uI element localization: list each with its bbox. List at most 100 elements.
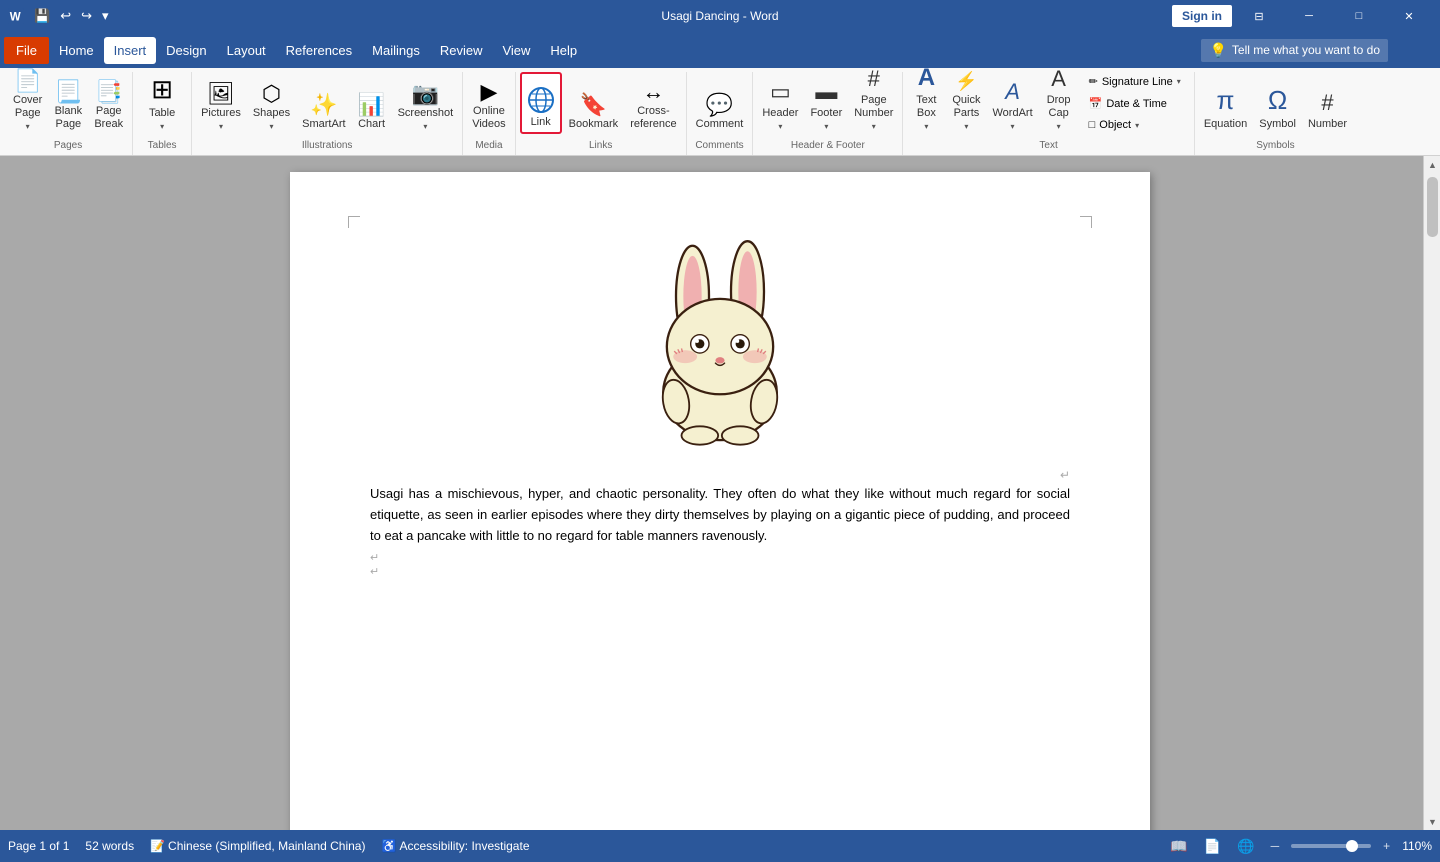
blank-page-button[interactable]: 📃 BlankPage bbox=[49, 72, 87, 134]
scrollbar-right[interactable]: ▲ ▼ bbox=[1423, 156, 1440, 830]
smartart-button[interactable]: ✨ SmartArt bbox=[297, 72, 350, 134]
accessibility-indicator[interactable]: ♿ Accessibility: Investigate bbox=[381, 839, 529, 853]
wordart-arrow: ▾ bbox=[1011, 122, 1015, 131]
blank-page-label: BlankPage bbox=[55, 105, 83, 131]
cover-page-button[interactable]: 📄 CoverPage ▾ bbox=[8, 72, 47, 134]
menu-view[interactable]: View bbox=[492, 37, 540, 64]
quick-parts-button[interactable]: ⚡ QuickParts ▾ bbox=[947, 72, 985, 134]
number-button[interactable]: # Number bbox=[1303, 72, 1352, 134]
menu-help[interactable]: Help bbox=[540, 37, 587, 64]
shapes-arrow: ▾ bbox=[269, 122, 273, 131]
customize-qa-btn[interactable]: ▾ bbox=[98, 6, 113, 26]
zoom-slider[interactable] bbox=[1291, 844, 1371, 848]
zoom-thumb[interactable] bbox=[1346, 840, 1358, 852]
page-number-icon: # bbox=[868, 66, 880, 92]
media-group-label: Media bbox=[467, 137, 510, 151]
scroll-thumb[interactable] bbox=[1427, 177, 1438, 237]
menu-insert[interactable]: Insert bbox=[104, 37, 157, 64]
save-btn[interactable]: 💾 bbox=[30, 6, 54, 26]
date-time-button[interactable]: 📅 Date & Time bbox=[1083, 94, 1187, 113]
smartart-label: SmartArt bbox=[302, 118, 345, 131]
undo-btn[interactable]: ↩ bbox=[56, 6, 75, 26]
accessibility-icon: ♿ bbox=[381, 839, 396, 853]
text-box-button[interactable]: A TextBox ▾ bbox=[907, 72, 945, 134]
word-count: 52 words bbox=[85, 839, 134, 853]
screenshot-button[interactable]: 📷 Screenshot ▾ bbox=[393, 72, 459, 134]
symbol-button[interactable]: Ω Symbol bbox=[1254, 72, 1301, 134]
equation-label: Equation bbox=[1204, 118, 1247, 131]
pictures-button[interactable]: 🖼 Pictures ▾ bbox=[196, 72, 246, 134]
zoom-out-btn[interactable]: ─ bbox=[1267, 837, 1284, 855]
restore-window-btn[interactable]: ⊟ bbox=[1236, 0, 1282, 32]
chart-button[interactable]: 📊 Chart bbox=[353, 72, 391, 134]
menu-references[interactable]: References bbox=[276, 37, 362, 64]
wordart-button[interactable]: A WordArt ▾ bbox=[987, 72, 1037, 134]
online-videos-button[interactable]: ▶ OnlineVideos bbox=[467, 72, 510, 134]
pilcrow-1: ↵ bbox=[1060, 468, 1070, 482]
signature-line-label: Signature Line bbox=[1102, 76, 1173, 88]
redo-btn[interactable]: ↪ bbox=[77, 6, 96, 26]
cover-page-label: CoverPage bbox=[13, 94, 42, 120]
signature-line-arrow: ▾ bbox=[1177, 77, 1181, 86]
scroll-up-arrow[interactable]: ▲ bbox=[1424, 156, 1440, 173]
comments-buttons: 💬 Comment bbox=[691, 72, 749, 134]
header-footer-group-label: Header & Footer bbox=[757, 137, 898, 151]
page-number-button[interactable]: # PageNumber ▾ bbox=[849, 72, 898, 134]
comment-button[interactable]: 💬 Comment bbox=[691, 72, 749, 134]
object-label: Object bbox=[1099, 119, 1131, 131]
screenshot-arrow: ▾ bbox=[423, 122, 427, 131]
page-break-icon: 📑 bbox=[95, 81, 122, 103]
document-page[interactable]: ↵ Usagi has a mischievous, hyper, and ch… bbox=[290, 172, 1150, 830]
bookmark-button[interactable]: 🔖 Bookmark bbox=[564, 72, 624, 134]
zoom-in-btn[interactable]: + bbox=[1379, 837, 1394, 855]
header-arrow: ▾ bbox=[778, 122, 782, 131]
footer-button[interactable]: ▬ Footer ▾ bbox=[805, 72, 847, 134]
page-break-button[interactable]: 📑 PageBreak bbox=[89, 72, 128, 134]
document-body-text[interactable]: Usagi has a mischievous, hyper, and chao… bbox=[370, 484, 1070, 546]
symbols-group-label: Symbols bbox=[1199, 137, 1352, 151]
header-button[interactable]: ▭ Header ▾ bbox=[757, 72, 803, 134]
cross-reference-icon: ↔ bbox=[642, 81, 664, 103]
tell-me-box[interactable]: 💡 Tell me what you want to do bbox=[1201, 39, 1388, 62]
symbol-icon: Ω bbox=[1268, 85, 1287, 116]
symbols-buttons: π Equation Ω Symbol # Number bbox=[1199, 72, 1352, 134]
shapes-button[interactable]: ⬡ Shapes ▾ bbox=[248, 72, 295, 134]
ribbon-group-comments: 💬 Comment Comments bbox=[687, 72, 754, 155]
signature-line-button[interactable]: ✏ Signature Line ▾ bbox=[1083, 72, 1187, 91]
print-view-btn[interactable]: 📄 bbox=[1200, 836, 1225, 857]
minimize-btn[interactable]: ─ bbox=[1286, 0, 1332, 32]
title-bar: W 💾 ↩ ↪ ▾ Usagi Dancing - Word Sign in ⊟… bbox=[0, 0, 1440, 32]
ribbon-group-links: Link 🔖 Bookmark ↔ Cross-reference Links bbox=[516, 72, 687, 155]
status-bar-right: 📖 📄 🌐 ─ + 110% bbox=[1166, 836, 1432, 857]
media-buttons: ▶ OnlineVideos bbox=[467, 72, 510, 134]
links-group-label: Links bbox=[520, 137, 682, 151]
table-button[interactable]: ⊞ Table ▾ bbox=[137, 72, 187, 134]
menu-review[interactable]: Review bbox=[430, 37, 493, 64]
drop-cap-button[interactable]: A DropCap ▾ bbox=[1040, 72, 1078, 134]
menu-home[interactable]: Home bbox=[49, 37, 104, 64]
read-view-btn[interactable]: 📖 bbox=[1166, 836, 1191, 857]
document-title: Usagi Dancing - Word bbox=[661, 9, 778, 23]
equation-button[interactable]: π Equation bbox=[1199, 72, 1252, 134]
web-view-btn[interactable]: 🌐 bbox=[1233, 836, 1258, 857]
menu-design[interactable]: Design bbox=[156, 37, 216, 64]
language-indicator[interactable]: 📝 Chinese (Simplified, Mainland China) bbox=[150, 839, 365, 853]
menu-bar: File Home Insert Design Layout Reference… bbox=[0, 32, 1440, 68]
object-button[interactable]: □ Object ▾ bbox=[1083, 116, 1187, 134]
margin-mark-tr bbox=[1080, 216, 1092, 228]
svg-text:W: W bbox=[10, 11, 21, 23]
menu-file[interactable]: File bbox=[4, 37, 49, 64]
close-btn[interactable]: ✕ bbox=[1386, 0, 1432, 32]
menu-mailings[interactable]: Mailings bbox=[362, 37, 430, 64]
title-bar-right: Sign in ⊟ ─ □ ✕ bbox=[1172, 0, 1432, 32]
menu-layout[interactable]: Layout bbox=[217, 37, 276, 64]
link-button[interactable]: Link bbox=[520, 72, 562, 134]
document-content: ↵ Usagi has a mischievous, hyper, and ch… bbox=[370, 232, 1070, 578]
maximize-btn[interactable]: □ bbox=[1336, 0, 1382, 32]
cross-reference-button[interactable]: ↔ Cross-reference bbox=[625, 72, 681, 134]
scroll-down-arrow[interactable]: ▼ bbox=[1424, 813, 1440, 830]
drop-cap-arrow: ▾ bbox=[1057, 122, 1061, 131]
quick-parts-arrow: ▾ bbox=[964, 122, 968, 131]
sign-in-button[interactable]: Sign in bbox=[1172, 5, 1232, 27]
screenshot-icon: 📷 bbox=[412, 83, 439, 105]
